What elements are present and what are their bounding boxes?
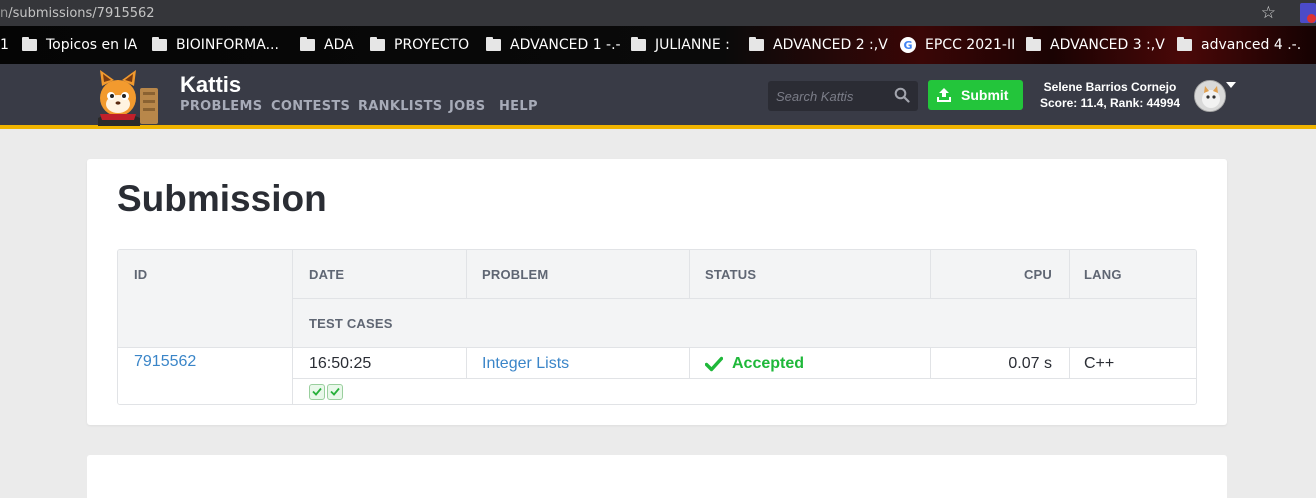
column-header-test-cases: TEST CASES: [292, 299, 1196, 348]
upload-icon: [937, 88, 951, 102]
grid-line: [118, 347, 1196, 348]
grid-line: [292, 298, 1196, 299]
status-cell: Accepted: [689, 348, 930, 379]
address-url[interactable]: n/submissions/7915562: [0, 6, 155, 21]
date-cell: 16:50:25: [292, 348, 466, 379]
grid-line: [689, 348, 690, 379]
folder-icon: [152, 37, 167, 51]
bookmark-label: ADA: [324, 37, 354, 53]
search-icon[interactable]: [894, 87, 910, 103]
submission-table: ID DATE PROBLEM STATUS CPU LANG TEST CAS…: [117, 249, 1197, 405]
bookmark-folder-topicos[interactable]: Topicos en IA: [22, 26, 137, 64]
folder-icon: [22, 37, 37, 51]
bookmark-label: advanced 4 .-.: [1201, 37, 1302, 53]
table-row-id-cell: 7915562: [118, 348, 292, 404]
status-badge: Accepted: [732, 354, 805, 372]
user-stats: Score: 11.4, Rank: 44994: [1039, 96, 1181, 110]
grid-line: [930, 250, 931, 299]
grid-line: [1069, 348, 1070, 379]
bookmarks-bar: 1 Topicos en IA BIOINFORMA... ADA PROYEC…: [0, 26, 1316, 64]
nav-ranklists[interactable]: RANKLISTS: [358, 99, 442, 114]
google-icon: G: [900, 37, 916, 53]
folder-icon: [486, 37, 501, 51]
cpu-cell: 0.07 s: [930, 348, 1069, 379]
checkmark-icon: [705, 356, 723, 371]
folder-icon: [749, 37, 764, 51]
nav-jobs[interactable]: JOBS: [449, 99, 485, 114]
test-cases-cell: [292, 379, 1196, 404]
grid-line: [292, 378, 1196, 379]
column-header-problem: PROBLEM: [466, 250, 689, 299]
bookmark-epcc[interactable]: G EPCC 2021-II: [900, 26, 1015, 64]
column-header-status: STATUS: [689, 250, 930, 299]
bookmark-item[interactable]: 1: [0, 26, 9, 64]
bookmark-label: ADVANCED 2 :,V: [773, 37, 888, 53]
extension-icon[interactable]: [1300, 3, 1316, 23]
folder-icon: [1026, 37, 1041, 51]
bookmark-folder-advanced-3[interactable]: ADVANCED 3 :,V: [1026, 26, 1165, 64]
problem-cell: Integer Lists: [466, 348, 689, 379]
bookmark-label: PROYECTO: [394, 37, 470, 53]
grid-line: [930, 348, 931, 379]
bookmark-folder-proyecto[interactable]: PROYECTO: [370, 26, 469, 64]
browser-address-bar[interactable]: n/submissions/7915562 ☆: [0, 0, 1316, 26]
grid-line: [466, 250, 467, 299]
bookmark-label: 1: [0, 37, 9, 53]
lang-cell: C++: [1069, 348, 1196, 379]
test-case-passed-icon[interactable]: [327, 383, 343, 400]
nav-help[interactable]: HELP: [499, 99, 538, 114]
submit-label: Submit: [961, 87, 1009, 103]
column-header-lang: LANG: [1069, 250, 1196, 299]
grid-line: [1069, 250, 1070, 299]
header-accent-line: [0, 125, 1316, 129]
bookmark-folder-advanced-1[interactable]: ADVANCED 1 -.-: [486, 26, 621, 64]
bookmark-label: JULIANNE :: [655, 37, 730, 53]
nav-contests[interactable]: CONTESTS: [271, 99, 350, 114]
column-header-cpu: CPU: [930, 250, 1069, 299]
problem-link[interactable]: Integer Lists: [482, 355, 569, 373]
search-input[interactable]: [776, 88, 888, 104]
bookmark-folder-advanced-4[interactable]: advanced 4 .-.: [1177, 26, 1301, 64]
grid-line: [689, 250, 690, 299]
bookmark-label: Topicos en IA: [46, 37, 138, 53]
user-name: Selene Barrios Cornejo: [1043, 80, 1177, 94]
test-case-passed-icon[interactable]: [309, 383, 325, 400]
avatar[interactable]: [1194, 80, 1226, 112]
user-info[interactable]: Selene Barrios Cornejo Score: 11.4, Rank…: [1030, 79, 1190, 111]
column-header-id: ID: [118, 250, 292, 348]
secondary-card: [87, 455, 1227, 498]
url-path: /submissions/7915562: [8, 5, 155, 21]
folder-icon: [370, 37, 385, 51]
user-menu-caret-icon[interactable]: [1226, 82, 1236, 88]
column-header-date: DATE: [292, 250, 466, 299]
bookmark-folder-advanced-2[interactable]: ADVANCED 2 :,V: [749, 26, 888, 64]
bookmark-label: ADVANCED 1 -.-: [510, 37, 621, 53]
submit-button[interactable]: Submit: [928, 80, 1023, 110]
submission-id-link[interactable]: 7915562: [134, 353, 196, 371]
bookmark-label: ADVANCED 3 :,V: [1050, 37, 1165, 53]
grid-line: [466, 348, 467, 379]
folder-icon: [1177, 37, 1192, 51]
bookmark-label: BIOINFORMA...: [176, 37, 279, 53]
bookmark-star-icon[interactable]: ☆: [1261, 3, 1276, 23]
bookmark-label: EPCC 2021-II: [925, 37, 1016, 53]
search-box: [768, 81, 918, 111]
page-title: Submission: [117, 178, 327, 219]
site-brand[interactable]: Kattis: [180, 72, 241, 98]
bookmark-folder-ada[interactable]: ADA: [300, 26, 354, 64]
grid-line: [292, 250, 293, 404]
url-prefix: n: [0, 5, 9, 21]
bookmark-folder-julianne[interactable]: JULIANNE :: [631, 26, 730, 64]
nav-problems[interactable]: PROBLEMS: [180, 99, 262, 114]
kattis-logo-icon[interactable]: [88, 68, 166, 126]
bookmark-folder-bioinforma[interactable]: BIOINFORMA...: [152, 26, 279, 64]
folder-icon: [631, 37, 646, 51]
folder-icon: [300, 37, 315, 51]
